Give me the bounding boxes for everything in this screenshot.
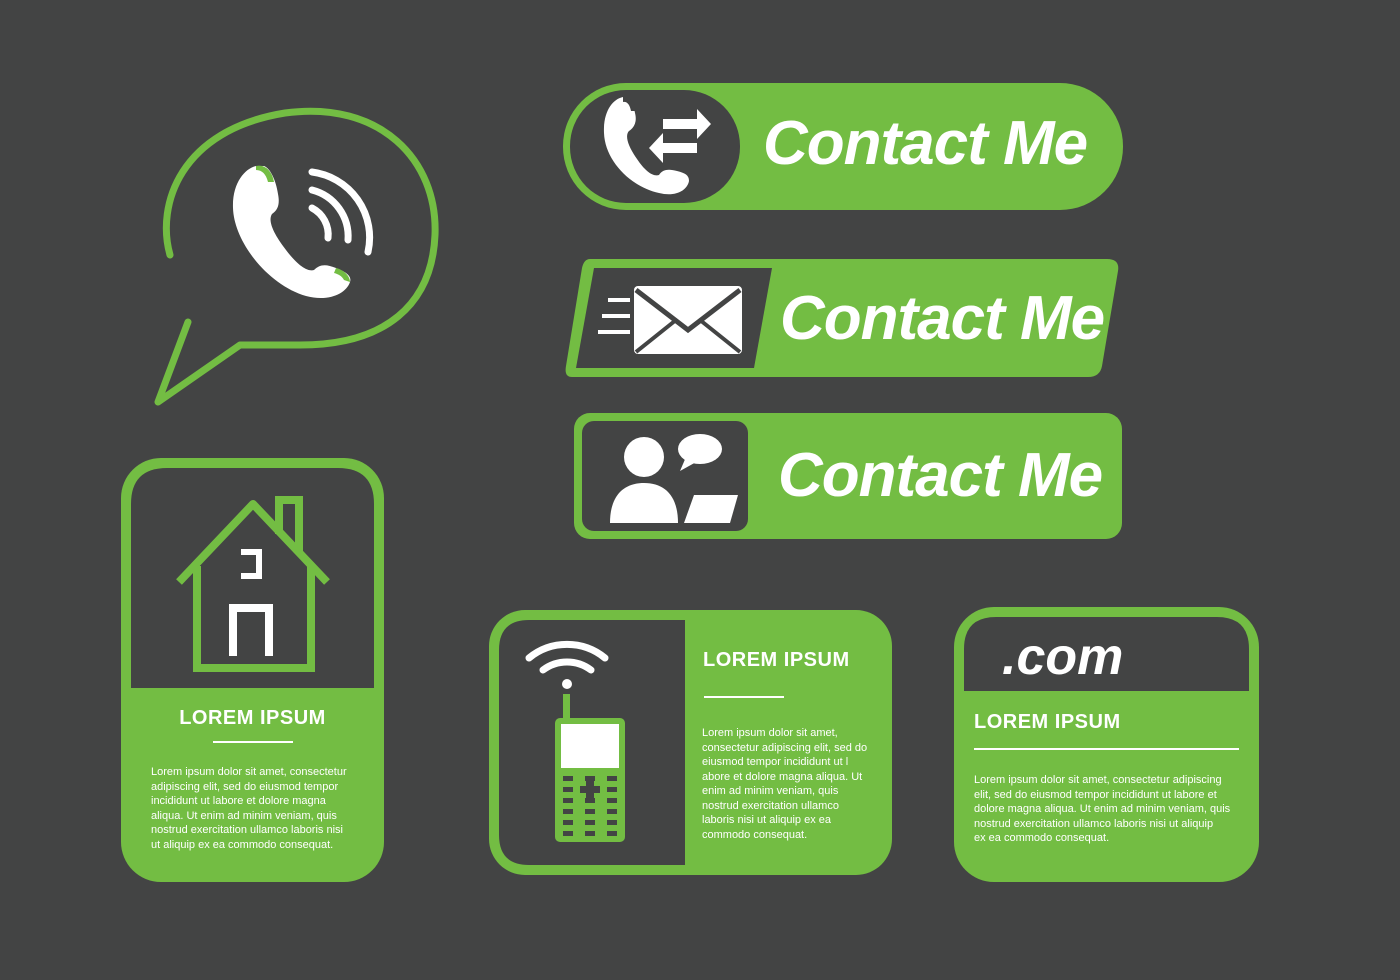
speech-bubble <box>150 105 450 415</box>
contact-me-button-email[interactable]: Contact Me <box>562 256 1122 380</box>
card-title: LOREM IPSUM <box>974 711 1121 733</box>
envelope-icon <box>598 286 742 354</box>
card-title: LOREM IPSUM <box>179 707 326 729</box>
phone-transfer-icon <box>603 96 711 195</box>
card-body: Lorem ipsum dolor sit amet, consectetur … <box>974 774 1231 844</box>
card-title: LOREM IPSUM <box>703 649 850 671</box>
phone-ringing-icon <box>232 165 374 299</box>
mobile-card: LOREM IPSUM Lorem ipsum dolor sit amet, … <box>489 610 892 875</box>
title-underline <box>704 696 784 698</box>
title-underline <box>974 748 1239 750</box>
contact-me-button-phone[interactable]: Contact Me <box>563 83 1123 210</box>
home-card: LOREM IPSUM Lorem ipsum dolor sit amet, … <box>121 458 384 882</box>
chat-person-icon <box>610 434 738 523</box>
card-body: Lorem ipsum dolor sit amet, consectetur … <box>702 727 868 841</box>
card-body: Lorem ipsum dolor sit amet, consectetur … <box>151 766 347 851</box>
button-label: Contact Me <box>778 441 1103 510</box>
contact-me-button-chat[interactable]: Contact Me <box>574 413 1122 539</box>
domain-text: .com <box>1002 628 1124 686</box>
house-icon <box>176 496 330 672</box>
mobile-phone-icon <box>525 641 625 842</box>
title-underline <box>213 741 293 743</box>
button-label: Contact Me <box>763 109 1088 178</box>
web-card: .com LOREM IPSUM Lorem ipsum dolor sit a… <box>954 607 1259 882</box>
button-label: Contact Me <box>780 284 1105 353</box>
